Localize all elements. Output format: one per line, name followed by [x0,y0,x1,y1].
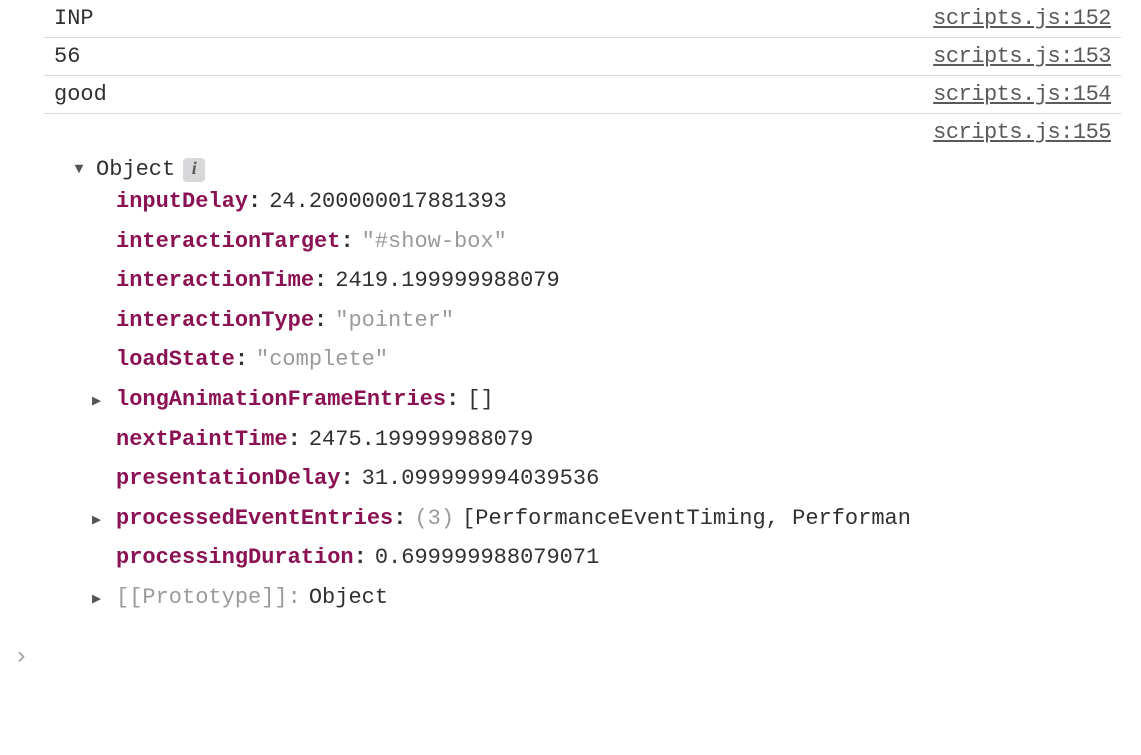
prop-value: 2419.199999988079 [335,261,559,301]
log-row: good scripts.js:154 [44,76,1121,114]
prop-key: longAnimationFrameEntries [116,380,446,420]
prop-value: "pointer" [335,301,454,341]
prop-processing-duration[interactable]: processingDuration: 0.699999988079071 [116,538,1111,578]
source-link[interactable]: scripts.js:154 [933,82,1111,107]
array-length: (3) [414,499,454,539]
prop-long-animation-frame-entries[interactable]: ▶ longAnimationFrameEntries: [] [116,380,1111,420]
console-prompt[interactable] [0,640,1141,671]
disclosure-triangle-icon[interactable]: ▶ [92,586,116,613]
prop-key: interactionType [116,301,314,341]
prop-value: "#show-box" [362,222,507,262]
object-label: Object [96,157,175,182]
source-link[interactable]: scripts.js:152 [933,6,1111,31]
prop-value: [] [467,380,493,420]
prop-value: Object [309,578,388,618]
prop-key: processedEventEntries [116,499,393,539]
prop-processed-event-entries[interactable]: ▶ processedEventEntries: (3) [Performanc… [116,499,1111,539]
prop-input-delay[interactable]: inputDelay: 24.200000017881393 [116,182,1111,222]
prop-value: 24.200000017881393 [269,182,507,222]
log-row: INP scripts.js:152 [44,0,1121,38]
prop-key: interactionTarget [116,222,340,262]
info-icon[interactable]: i [183,158,205,182]
prop-value: 0.699999988079071 [375,538,599,578]
prop-value: 31.099999994039536 [362,459,600,499]
prop-presentation-delay[interactable]: presentationDelay: 31.099999994039536 [116,459,1111,499]
prop-key: nextPaintTime [116,420,288,460]
prop-value: [PerformanceEventTiming, Performan [462,499,911,539]
prop-key: loadState [116,340,235,380]
prop-next-paint-time[interactable]: nextPaintTime: 2475.199999988079 [116,420,1111,460]
log-row: 56 scripts.js:153 [44,38,1121,76]
log-message: good [54,82,107,107]
prop-key: processingDuration [116,538,354,578]
prop-key: interactionTime [116,261,314,301]
prop-value: "complete" [256,340,388,380]
log-message: 56 [54,44,80,69]
console-output: INP scripts.js:152 56 scripts.js:153 goo… [0,0,1141,640]
object-properties: inputDelay: 24.200000017881393 interacti… [54,182,1111,618]
disclosure-triangle-icon[interactable]: ▶ [92,507,116,534]
disclosure-triangle-icon[interactable] [70,161,88,178]
source-link[interactable]: scripts.js:153 [933,44,1111,69]
prop-interaction-time[interactable]: interactionTime: 2419.199999988079 [116,261,1111,301]
prop-load-state[interactable]: loadState: "complete" [116,340,1111,380]
prop-key: inputDelay [116,182,248,222]
prop-prototype[interactable]: ▶ [[Prototype]]: Object [116,578,1111,618]
prop-value: 2475.199999988079 [309,420,533,460]
object-log: scripts.js:155 Object i inputDelay: 24.2… [44,114,1121,640]
disclosure-triangle-icon[interactable]: ▶ [92,388,116,415]
prop-interaction-target[interactable]: interactionTarget: "#show-box" [116,222,1111,262]
prop-interaction-type[interactable]: interactionType: "pointer" [116,301,1111,341]
prop-key: [[Prototype]] [116,578,288,618]
prop-key: presentationDelay [116,459,340,499]
chevron-right-icon [14,644,28,671]
object-header[interactable]: Object i [54,157,1111,182]
log-message: INP [54,6,94,31]
source-link[interactable]: scripts.js:155 [933,120,1111,145]
